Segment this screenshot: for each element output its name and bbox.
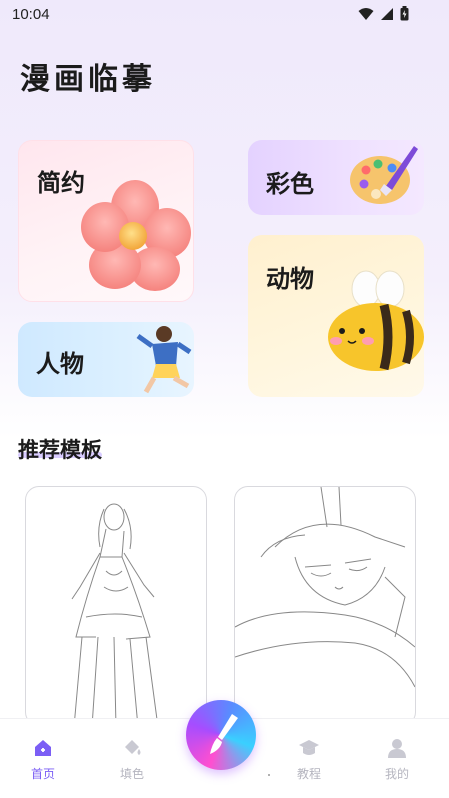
template-sketch-girl	[71, 503, 159, 725]
nav-item-course[interactable]: 教程	[284, 737, 334, 782]
app-title: 漫画临摹	[20, 62, 156, 97]
category-card-color[interactable]: 彩色	[248, 140, 424, 215]
app-screen: 10:04 漫画临摹 简约 彩色 动物 人物 推荐模板 首页 填色 教程 我的	[0, 0, 449, 798]
graduation-cap-icon	[299, 740, 319, 755]
category-label-color: 彩色	[266, 170, 314, 198]
user-icon	[388, 739, 406, 758]
status-icons	[358, 6, 409, 21]
nav-item-home[interactable]: 首页	[18, 737, 68, 782]
paint-bucket-icon	[125, 740, 141, 755]
person-icon	[136, 326, 192, 394]
bee-icon	[328, 270, 424, 371]
section-title-recommend: 推荐模板	[18, 438, 102, 462]
category-card-person[interactable]: 人物	[18, 322, 194, 397]
template-card[interactable]	[25, 486, 207, 726]
nav-label-mine: 我的	[384, 767, 409, 781]
signal-icon	[381, 7, 393, 20]
template-card[interactable]	[234, 486, 416, 726]
battery-icon	[400, 6, 409, 21]
nav-item-mine[interactable]: 我的	[372, 737, 422, 782]
palette-icon	[350, 146, 418, 204]
home-icon	[35, 740, 51, 756]
status-bar: 10:04	[0, 0, 449, 30]
category-label-person: 人物	[36, 350, 84, 378]
wifi-icon	[358, 7, 374, 20]
nav-label-fill: 填色	[119, 767, 144, 781]
status-time: 10:04	[12, 6, 50, 23]
decor-dot	[268, 774, 270, 776]
category-card-animal[interactable]: 动物	[248, 235, 424, 397]
nav-item-fill[interactable]: 填色	[107, 737, 157, 782]
template-sketch-boy	[235, 487, 415, 688]
flower-icon	[81, 180, 191, 291]
draw-fab-button[interactable]	[186, 700, 256, 770]
brush-icon	[210, 714, 238, 754]
nav-label-home: 首页	[30, 767, 55, 781]
category-label-animal: 动物	[266, 265, 314, 293]
category-card-simple[interactable]: 简约	[18, 140, 194, 302]
nav-label-course: 教程	[296, 767, 321, 781]
